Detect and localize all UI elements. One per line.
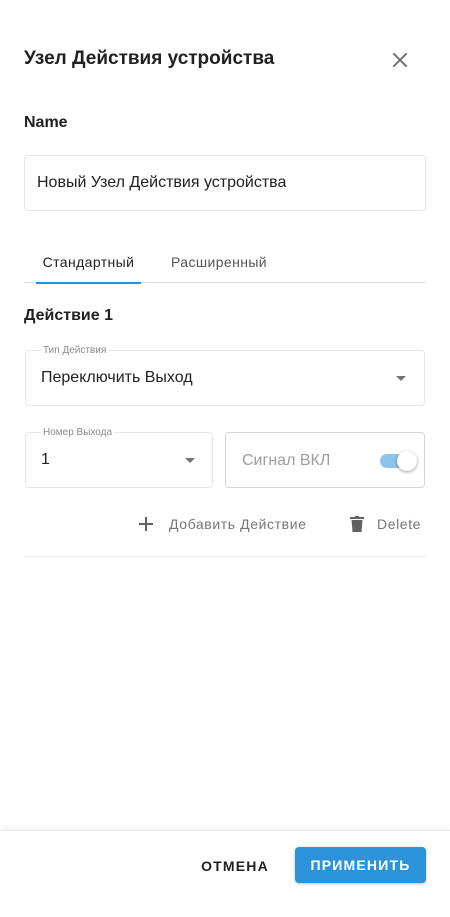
trash-icon: [350, 516, 364, 532]
tab-bar: Стандартный Расширенный: [24, 240, 426, 284]
cancel-button[interactable]: ОТМЕНА: [190, 848, 280, 884]
action-title: Действие 1: [24, 307, 113, 324]
name-label: Name: [24, 114, 68, 131]
delete-action-label: Delete: [377, 516, 422, 532]
output-number-select[interactable]: Номер Выхода 1: [25, 427, 213, 488]
dialog-title: Узел Действия устройства: [24, 48, 275, 69]
plus-icon: [139, 517, 153, 531]
name-input[interactable]: [24, 155, 426, 211]
add-action-label: Добавить Действие: [169, 516, 307, 532]
toggle-thumb: [397, 451, 417, 471]
action-type-value: Переключить Выход: [41, 369, 193, 386]
signal-on-label: Сигнал ВКЛ: [242, 452, 331, 469]
output-number-value: 1: [41, 451, 50, 468]
delete-action-button[interactable]: Delete: [350, 512, 421, 536]
device-action-node-dialog: Узел Действия устройства Name Стандартны…: [0, 0, 450, 917]
apply-button[interactable]: ПРИМЕНИТЬ: [295, 847, 426, 883]
action-type-select[interactable]: Тип Действия Переключить Выход: [25, 345, 425, 406]
chevron-down-icon: [185, 458, 195, 463]
close-icon: [392, 52, 408, 68]
close-button[interactable]: [386, 46, 414, 74]
output-number-label: Номер Выхода: [41, 427, 115, 438]
add-action-button[interactable]: Добавить Действие: [137, 512, 307, 536]
signal-on-toggle[interactable]: [380, 450, 420, 472]
signal-on-field: Сигнал ВКЛ: [225, 432, 425, 488]
divider: [24, 556, 426, 557]
dialog-footer: ОТМЕНА ПРИМЕНИТЬ: [0, 830, 450, 917]
tab-advanced[interactable]: Расширенный: [164, 240, 274, 283]
chevron-down-icon: [396, 376, 406, 381]
action-type-label: Тип Действия: [41, 345, 109, 356]
tab-standard[interactable]: Стандартный: [36, 240, 141, 284]
